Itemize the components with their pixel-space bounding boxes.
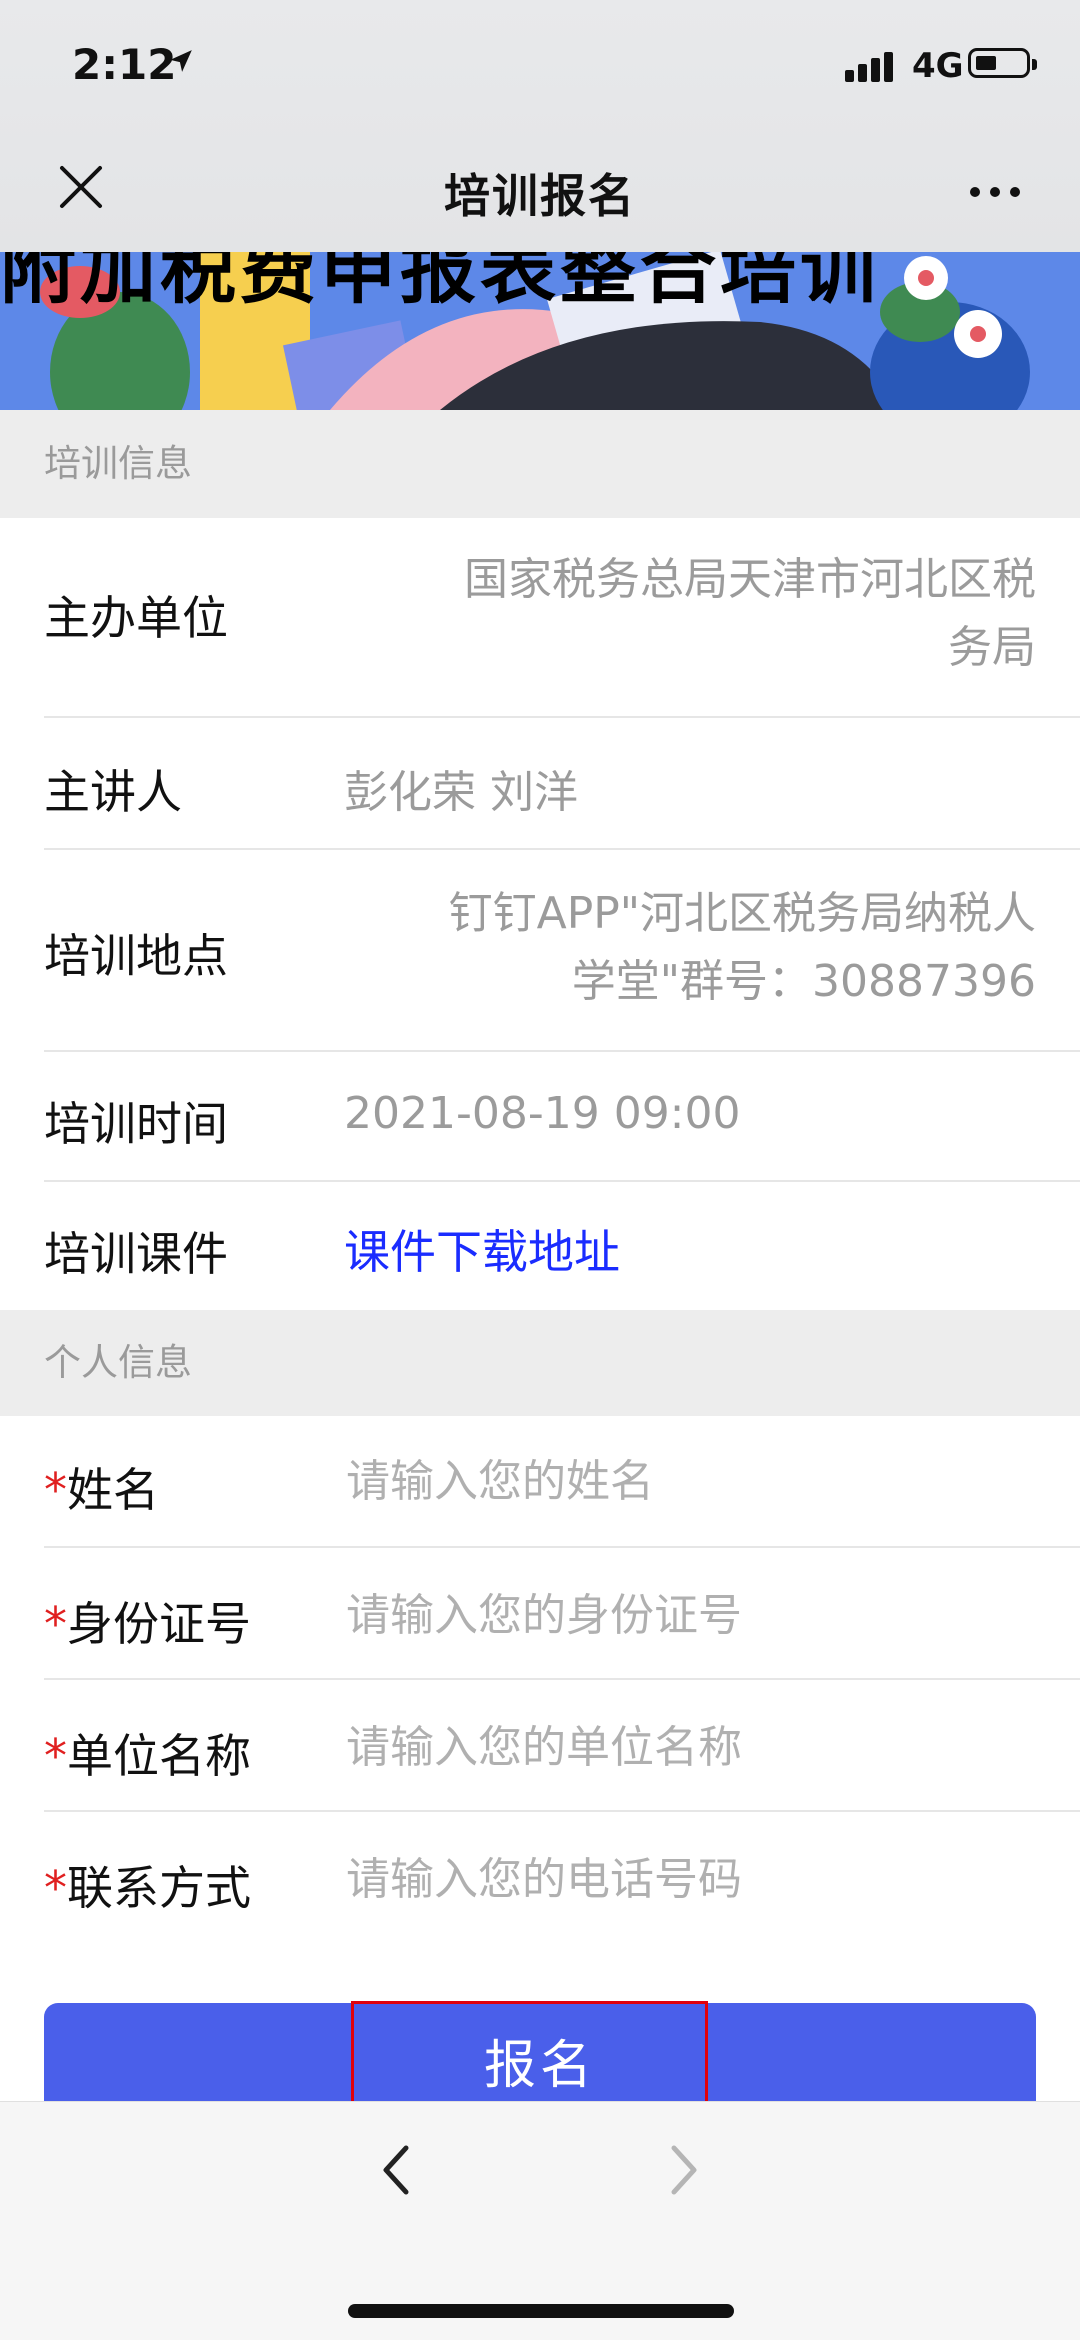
network-type: 4G (912, 46, 964, 86)
location-arrow-icon (170, 50, 192, 72)
section-header-personal: 个人信息 (0, 1310, 1080, 1416)
time-value: 2021-08-19 09:00 (344, 1088, 741, 1139)
banner-title: 附加税费申报表整合培训 (0, 252, 880, 314)
company-input[interactable] (346, 1722, 1026, 1773)
page-title: 培训报名 (444, 169, 636, 223)
row-speaker: 主讲人 彭化荣 刘洋 (0, 720, 1080, 850)
row-name: *姓名 (0, 1416, 1080, 1548)
row-company: *单位名称 (0, 1680, 1080, 1812)
top-bar: 2:12 4G 培训报名 (0, 0, 1080, 252)
courseware-label: 培训课件 (44, 1227, 228, 1281)
id-number-label: *身份证号 (44, 1588, 251, 1654)
contact-input[interactable] (346, 1854, 1026, 1905)
organizer-value-line1: 国家税务总局天津市河北区税 (464, 554, 1036, 605)
row-courseware: 培训课件 课件下载地址 (0, 1182, 1080, 1310)
name-label: *姓名 (44, 1454, 159, 1520)
more-icon[interactable] (970, 182, 1030, 201)
home-indicator[interactable] (348, 2304, 734, 2318)
name-input[interactable] (346, 1456, 1026, 1507)
location-value: 钉钉APP"河北区税务局纳税人 学堂"群号：30887396 (336, 880, 1036, 1016)
row-contact: *联系方式 (0, 1812, 1080, 1944)
divider (44, 716, 1080, 718)
bottom-navigation-bar (0, 2101, 1080, 2340)
required-mark: * (44, 1861, 67, 1915)
signal-icon (845, 52, 897, 82)
forward-arrow-icon[interactable] (666, 2142, 702, 2198)
name-label-text: 姓名 (67, 1463, 159, 1517)
location-label: 培训地点 (44, 929, 228, 983)
banner-image: 附加税费申报表整合培训 (0, 252, 1080, 410)
company-label: *单位名称 (44, 1720, 251, 1786)
back-arrow-icon[interactable] (378, 2142, 414, 2198)
courseware-download-link[interactable]: 课件下载地址 (344, 1216, 620, 1282)
speaker-value: 彭化荣 刘洋 (344, 767, 578, 818)
organizer-value: 国家税务总局天津市河北区税 务局 (336, 546, 1036, 682)
location-value-line1: 钉钉APP"河北区税务局纳税人 (448, 888, 1036, 939)
status-time: 2:12 (72, 40, 177, 89)
row-location: 培训地点 钉钉APP"河北区税务局纳税人 学堂"群号：30887396 (0, 852, 1080, 1052)
section-header-training: 培训信息 (0, 410, 1080, 518)
contact-label: *联系方式 (44, 1852, 251, 1918)
organizer-value-line2: 务局 (948, 622, 1036, 673)
required-mark: * (44, 1463, 67, 1517)
id-number-input[interactable] (346, 1590, 1026, 1641)
battery-icon (968, 48, 1037, 78)
speaker-label: 主讲人 (44, 765, 182, 819)
time-label: 培训时间 (44, 1097, 228, 1151)
required-mark: * (44, 1597, 67, 1651)
required-mark: * (44, 1729, 67, 1783)
contact-label-text: 联系方式 (67, 1861, 251, 1915)
location-value-line2: 学堂"群号：30887396 (571, 956, 1036, 1007)
divider (44, 848, 1080, 850)
organizer-label: 主办单位 (44, 591, 228, 645)
row-time: 培训时间 2021-08-19 09:00 (0, 1052, 1080, 1182)
row-id-number: *身份证号 (0, 1548, 1080, 1680)
row-organizer: 主办单位 国家税务总局天津市河北区税 务局 (0, 518, 1080, 718)
id-number-label-text: 身份证号 (67, 1597, 251, 1651)
company-label-text: 单位名称 (67, 1729, 251, 1783)
